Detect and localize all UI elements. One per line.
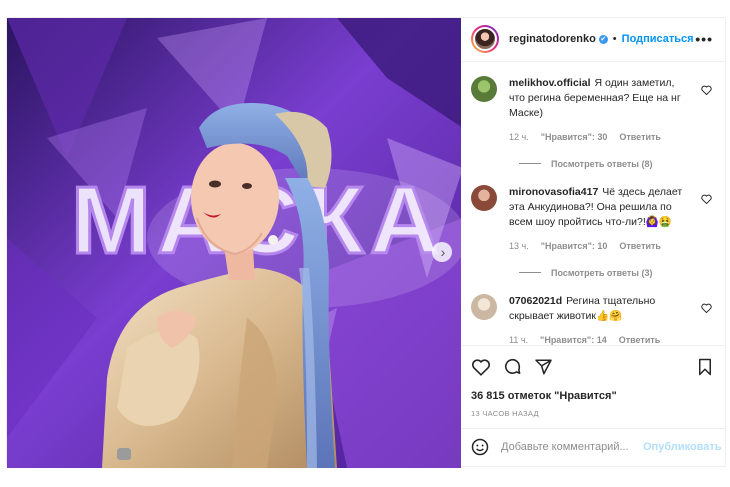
follow-button[interactable]: Подписаться [622,33,694,45]
comment-username[interactable]: melikhov.official [509,77,591,89]
post-sidebar: reginatodorenko ✔ • Подписаться ••• meli… [461,18,725,466]
commenter-avatar[interactable] [471,75,497,102]
author-username[interactable]: reginatodorenko [509,33,596,45]
reply-button[interactable]: Ответить [619,239,661,254]
comment-input[interactable] [501,441,643,454]
commenter-avatar[interactable] [471,184,497,211]
view-replies-button[interactable]: Посмотреть ответы (8) [519,159,713,169]
chevron-right-icon: › [440,244,446,260]
comment-item: 07062021d Регина тщательно скрывает живот… [471,293,713,345]
heart-icon[interactable] [701,76,713,145]
more-options-icon[interactable]: ••• [695,31,713,47]
comment-time[interactable]: 11 ч. [509,333,528,345]
comment-username[interactable]: mironovasofia417 [509,186,598,198]
comment-likes[interactable]: "Нравится": 30 [541,130,608,145]
post-timestamp[interactable]: 13 ЧАСОВ НАЗАД [471,409,713,418]
separator-dot: • [612,33,617,46]
comment-bubble-icon[interactable] [503,357,522,376]
like-heart-icon[interactable] [471,358,491,376]
next-photo-button[interactable]: › [432,242,452,262]
action-icons [471,354,713,380]
post-actions: 36 815 отметок "Нравится" 13 ЧАСОВ НАЗАД [461,344,725,418]
verified-badge-icon: ✔ [598,34,608,44]
reply-button[interactable]: Ответить [619,130,661,145]
publish-button[interactable]: Опубликовать [643,441,722,453]
add-comment-bar: Опубликовать [461,427,725,466]
post-photo[interactable]: МАСКА › [7,18,461,468]
post-photo-image: МАСКА [7,18,461,468]
comments-list[interactable]: melikhov.official Я один заметил, что рег… [461,62,725,345]
bookmark-icon[interactable] [697,358,713,376]
heart-icon[interactable] [701,294,713,345]
comment-likes[interactable]: "Нравится": 14 [540,333,607,345]
view-replies-label: Посмотреть ответы (3) [551,267,653,278]
view-replies-button[interactable]: Посмотреть ответы (3) [519,268,713,278]
share-send-icon[interactable] [534,358,553,376]
heart-icon[interactable] [701,185,713,254]
replies-line [519,163,541,165]
view-replies-label: Посмотреть ответы (8) [551,158,653,169]
post-header: reginatodorenko ✔ • Подписаться ••• [461,18,725,62]
comment-item: mironovasofia417 Чё здесь делает эта Анку… [471,184,713,254]
commenter-avatar[interactable] [471,293,497,320]
emoji-icon[interactable] [471,438,489,456]
likes-count[interactable]: 36 815 отметок "Нравится" [471,390,713,402]
reply-button[interactable]: Ответить [619,333,661,345]
author-avatar[interactable] [471,25,499,54]
comment-username[interactable]: 07062021d [509,295,562,307]
instagram-post: МАСКА › [6,17,726,468]
comment-item: melikhov.official Я один заметил, что рег… [471,75,713,145]
replies-line [519,272,541,274]
comment-time[interactable]: 12 ч. [509,130,529,145]
comment-time[interactable]: 13 ч. [509,239,529,254]
comment-likes[interactable]: "Нравится": 10 [541,239,608,254]
